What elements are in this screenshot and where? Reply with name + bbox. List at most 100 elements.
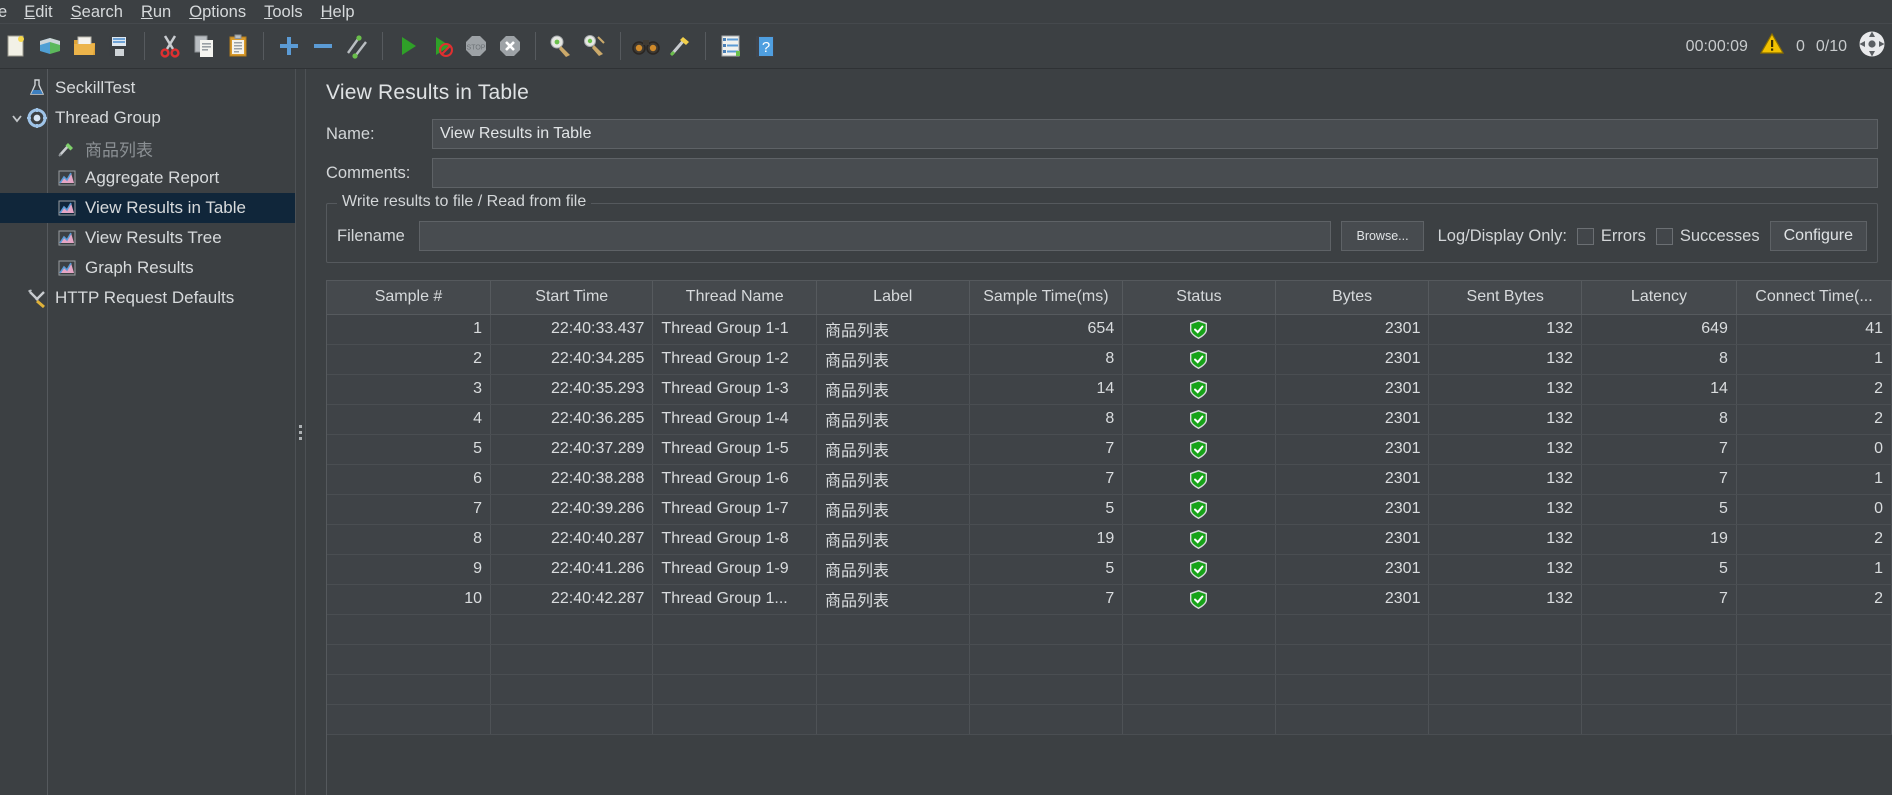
menu-item-edit[interactable]: Edit bbox=[15, 0, 61, 24]
chevron-down-icon[interactable] bbox=[8, 109, 26, 127]
table-row[interactable]: 10 22:40:42.287 Thread Group 1... 商品列表 7 2301… bbox=[327, 584, 1892, 615]
svg-text:?: ? bbox=[762, 39, 770, 56]
table-row[interactable]: 7 22:40:39.286 Thread Group 1-7 商品列表 5 2301 13… bbox=[327, 494, 1892, 525]
menu-item-file[interactable]: e bbox=[0, 0, 15, 24]
menu-item-run[interactable]: Run bbox=[132, 0, 180, 24]
menu-item-options[interactable]: Options bbox=[180, 0, 255, 24]
tree-twisty-empty bbox=[8, 79, 26, 97]
paste-icon[interactable] bbox=[221, 27, 255, 65]
toggle-icon[interactable] bbox=[340, 27, 374, 65]
log-display-only-label: Log/Display Only: bbox=[1437, 226, 1567, 245]
table-row[interactable]: 6 22:40:38.288 Thread Group 1-6 商品列表 7 2301 13… bbox=[327, 464, 1892, 495]
filename-input[interactable] bbox=[418, 221, 1332, 251]
sidebar-item-aggregate-report[interactable]: Aggregate Report bbox=[0, 163, 295, 193]
menu-item-help[interactable]: Help bbox=[312, 0, 364, 24]
column-header-latency[interactable]: Latency bbox=[1581, 281, 1737, 315]
name-input[interactable] bbox=[432, 119, 1878, 149]
column-header-sample[interactable]: Sample # bbox=[327, 281, 492, 315]
cell-sample-time: 5 bbox=[969, 494, 1124, 525]
cell-label: 商品列表 bbox=[816, 494, 970, 525]
column-header-status[interactable]: Status bbox=[1122, 281, 1276, 315]
errors-label: Errors bbox=[1600, 226, 1646, 245]
toolbar-group-file bbox=[0, 24, 136, 69]
errors-checkbox-wrap[interactable]: Errors bbox=[1576, 226, 1646, 246]
comments-input[interactable] bbox=[432, 158, 1878, 188]
cell-bytes: 2301 bbox=[1275, 584, 1430, 615]
column-header-connect-time[interactable]: Connect Time(... bbox=[1736, 281, 1892, 315]
search-icon[interactable] bbox=[629, 27, 663, 65]
column-header-sent-bytes[interactable]: Sent Bytes bbox=[1428, 281, 1582, 315]
status-success-icon bbox=[1189, 409, 1208, 429]
sidebar-item-http-request-defaults[interactable]: HTTP Request Defaults bbox=[0, 283, 295, 313]
open-icon[interactable] bbox=[68, 27, 102, 65]
cell-label: 商品列表 bbox=[816, 314, 970, 345]
panel-splitter[interactable] bbox=[295, 69, 306, 795]
save-icon[interactable] bbox=[102, 27, 136, 65]
table-row[interactable]: 3 22:40:35.293 Thread Group 1-3 商品列表 14 2301 1… bbox=[327, 374, 1892, 405]
tree-twisty-empty bbox=[38, 169, 56, 187]
sidebar-item-thread-group[interactable]: Thread Group bbox=[0, 103, 295, 133]
cell-bytes: 2301 bbox=[1275, 374, 1430, 405]
table-row[interactable]: 2 22:40:34.285 Thread Group 1-2 商品列表 8 2301 13… bbox=[327, 344, 1892, 375]
column-header-start-time[interactable]: Start Time bbox=[490, 281, 654, 315]
cell-thread-name: Thread Group 1-4 bbox=[652, 404, 817, 435]
cell-sample: 6 bbox=[327, 464, 492, 495]
shutdown-icon[interactable] bbox=[493, 27, 527, 65]
cell-sample: 7 bbox=[327, 494, 492, 525]
menu-item-search[interactable]: Search bbox=[62, 0, 132, 24]
error-count: 0 bbox=[1795, 37, 1805, 55]
cell-connect-time: 1 bbox=[1736, 464, 1892, 495]
sidebar-item-[interactable]: 商品列表 bbox=[0, 133, 295, 163]
cell-label: 商品列表 bbox=[816, 374, 970, 405]
templates-icon[interactable] bbox=[34, 27, 68, 65]
cell-empty bbox=[816, 704, 970, 735]
new-icon[interactable] bbox=[0, 27, 34, 65]
sidebar-item-graph-results[interactable]: Graph Results bbox=[0, 253, 295, 283]
results-table-container[interactable]: Sample # Start Time Thread Name Label Sample… bbox=[326, 280, 1892, 795]
copy-icon[interactable] bbox=[187, 27, 221, 65]
successes-checkbox-wrap[interactable]: Successes bbox=[1655, 227, 1760, 246]
cut-icon[interactable] bbox=[153, 27, 187, 65]
menu-item-tools[interactable]: Tools bbox=[255, 0, 312, 24]
function-helper-icon[interactable] bbox=[714, 27, 748, 65]
collapse-all-icon[interactable] bbox=[306, 27, 340, 65]
table-row[interactable]: 9 22:40:41.286 Thread Group 1-9 商品列表 5 2301 13… bbox=[327, 554, 1892, 585]
browse-button[interactable]: Browse... bbox=[1341, 221, 1424, 251]
name-label: Name: bbox=[326, 124, 375, 143]
column-header-thread-name[interactable]: Thread Name bbox=[652, 281, 817, 315]
cell-bytes: 2301 bbox=[1275, 434, 1430, 465]
table-row[interactable]: 1 22:40:33.437 Thread Group 1-1 商品列表 654 2301… bbox=[327, 314, 1892, 345]
clear-icon[interactable] bbox=[544, 27, 578, 65]
cell-sample-time: 7 bbox=[969, 584, 1124, 615]
column-header-label[interactable]: Label bbox=[816, 281, 970, 315]
table-row[interactable]: 4 22:40:36.285 Thread Group 1-4 商品列表 8 2301 13… bbox=[327, 404, 1892, 435]
cell-connect-time: 1 bbox=[1736, 554, 1892, 585]
cell-start-time: 22:40:33.437 bbox=[490, 314, 654, 345]
sidebar-item-view-results-tree[interactable]: View Results Tree bbox=[0, 223, 295, 253]
errors-checkbox[interactable] bbox=[1576, 227, 1594, 245]
cell-latency: 7 bbox=[1581, 464, 1737, 495]
cell-empty bbox=[1122, 614, 1276, 645]
toolbar-group-tree bbox=[272, 24, 374, 69]
expand-all-icon[interactable] bbox=[272, 27, 306, 65]
help-icon[interactable]: ? bbox=[748, 27, 782, 65]
stop-icon[interactable]: STOP bbox=[459, 27, 493, 65]
cell-empty bbox=[327, 674, 492, 705]
start-icon[interactable] bbox=[391, 27, 425, 65]
sidebar-item-seckilltest[interactable]: SeckillTest bbox=[0, 73, 295, 103]
column-header-sample-time-ms[interactable]: Sample Time(ms) bbox=[969, 281, 1124, 315]
reset-search-icon[interactable] bbox=[663, 27, 697, 65]
table-row[interactable]: 8 22:40:40.287 Thread Group 1-8 商品列表 19 2301 1… bbox=[327, 524, 1892, 555]
successes-checkbox[interactable] bbox=[1655, 227, 1673, 245]
table-row[interactable]: 5 22:40:37.289 Thread Group 1-5 商品列表 7 2301 13… bbox=[327, 434, 1892, 465]
test-plan-tree[interactable]: SeckillTest Thread Group 商品列表 Aggregate Rep… bbox=[0, 69, 295, 795]
column-header-bytes[interactable]: Bytes bbox=[1275, 281, 1430, 315]
start-no-pauses-icon[interactable] bbox=[425, 27, 459, 65]
warning-triangle-icon[interactable] bbox=[1759, 32, 1785, 61]
configure-button[interactable]: Configure bbox=[1769, 221, 1867, 251]
cell-start-time: 22:40:34.285 bbox=[490, 344, 654, 375]
sidebar-item-view-results-in-table[interactable]: View Results in Table bbox=[0, 193, 295, 223]
listener-panel: View Results in Table Name: Comments: Wr… bbox=[306, 69, 1892, 795]
clear-all-icon[interactable] bbox=[578, 27, 612, 65]
listener-icon bbox=[56, 197, 78, 219]
